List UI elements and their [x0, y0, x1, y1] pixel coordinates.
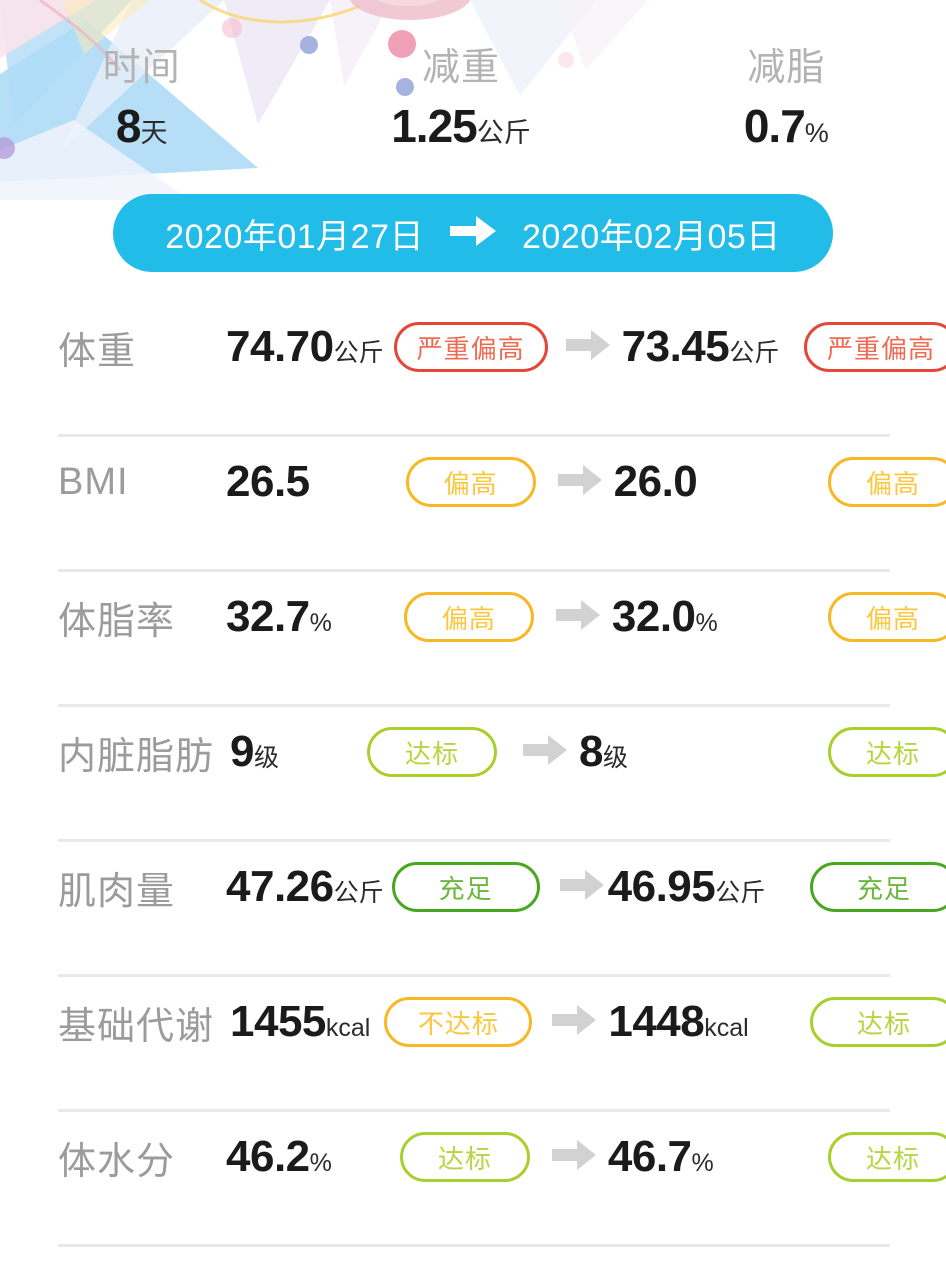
after-value-unit: 公斤	[729, 339, 780, 367]
summary-stat-number: 1.25	[391, 100, 478, 152]
after-value: 73.45公斤	[622, 322, 780, 372]
after-value-number: 46.95	[607, 862, 716, 911]
summary-stat-fat-loss: 减脂 0.7%	[627, 44, 946, 166]
status-badge: 偏高	[405, 457, 536, 507]
metric-label: 内脏脂肪	[58, 735, 215, 778]
summary-stat-label: 时间	[102, 47, 181, 89]
date-range-start: 2020年01月27日	[165, 217, 424, 256]
after-value: 32.0%	[612, 592, 718, 642]
comparison-row: 体脂率 32.7% 偏高 32.0% 偏高	[0, 572, 946, 707]
summary-stat-number: 0.7	[743, 100, 806, 152]
after-value-number: 73.45	[621, 322, 730, 371]
before-value-unit: %	[309, 1149, 332, 1177]
before-value-number: 1455	[230, 997, 326, 1046]
before-value-unit: %	[309, 609, 332, 637]
before-value: 47.26公斤	[226, 862, 384, 912]
before-value-unit: 级	[253, 744, 279, 772]
date-range-end: 2020年02月05日	[522, 217, 781, 256]
date-range-pill[interactable]: 2020年01月27日 2020年02月05日	[113, 194, 833, 272]
before-value-unit: 公斤	[333, 339, 384, 367]
metric-label: 体脂率	[58, 600, 176, 643]
arrow-right-icon	[552, 1004, 597, 1041]
summary-stats: 时间 8天 减重 1.25公斤 减脂 0.7%	[0, 44, 946, 166]
before-value-unit: 公斤	[333, 879, 384, 907]
summary-stat-value: 0.7%	[627, 98, 946, 166]
summary-stat-label: 减重	[421, 47, 500, 89]
before-value-number: 74.70	[226, 322, 334, 371]
summary-stat-number: 8	[115, 100, 142, 152]
after-value: 8级	[579, 727, 628, 777]
arrow-right-icon	[555, 599, 600, 636]
before-value: 9级	[230, 727, 279, 777]
summary-stat-weight-loss: 减重 1.25公斤	[301, 44, 620, 166]
summary-stat-unit: %	[804, 118, 829, 148]
comparison-row: 体重 74.70公斤 严重偏高 73.45公斤 严重偏高	[0, 302, 946, 437]
before-value-number: 26.5	[226, 457, 310, 506]
arrow-right-icon	[559, 869, 604, 906]
before-value-number: 46.2	[226, 1132, 310, 1181]
summary-stat-value: 1.25公斤	[301, 98, 620, 166]
before-value: 74.70公斤	[226, 322, 384, 372]
summary-stat-value: 8天	[0, 98, 301, 166]
after-value-number: 8	[579, 727, 603, 776]
arrow-right-icon	[523, 734, 567, 771]
before-value: 46.2%	[226, 1132, 332, 1182]
status-badge: 达标	[399, 1132, 530, 1182]
arrow-right-icon	[450, 214, 496, 253]
metric-label: 肌肉量	[58, 870, 176, 913]
after-value-number: 1448	[608, 997, 705, 1046]
after-value: 1448kcal	[608, 997, 748, 1047]
status-badge: 达标	[828, 727, 946, 777]
arrow-right-icon	[551, 1139, 596, 1176]
comparison-row: BMI 26.5 偏高 26.0 偏高	[0, 437, 946, 572]
status-badge: 偏高	[828, 592, 946, 642]
metric-label: 基础代谢	[58, 1005, 215, 1048]
before-value-number: 32.7	[226, 592, 310, 641]
comparison-table: 体重 74.70公斤 严重偏高 73.45公斤 严重偏高 BMI 26.5 偏高 26.0 偏高体…	[0, 302, 946, 1247]
after-value-unit: 级	[602, 744, 628, 772]
status-badge: 不达标	[384, 997, 533, 1047]
after-value-unit: kcal	[704, 1014, 749, 1042]
after-value: 46.95公斤	[608, 862, 766, 912]
summary-stat-unit: 公斤	[476, 118, 531, 148]
body-composition-report: 时间 8天 减重 1.25公斤 减脂 0.7% 2020年01月27日 2020…	[0, 0, 946, 1261]
metric-label: BMI	[58, 460, 129, 503]
metric-label: 体水分	[58, 1140, 176, 1183]
status-badge: 严重偏高	[803, 322, 946, 372]
after-value-unit: %	[691, 1149, 714, 1177]
status-badge: 充足	[810, 862, 946, 912]
comparison-row: 肌肉量 47.26公斤 充足 46.95公斤 充足	[0, 842, 946, 977]
comparison-row: 体水分 46.2% 达标 46.7% 达标	[0, 1112, 946, 1247]
after-value: 26.0	[614, 457, 698, 507]
summary-stat-duration: 时间 8天	[0, 44, 301, 166]
status-badge: 达标	[828, 1132, 946, 1182]
arrow-right-icon	[557, 464, 602, 501]
status-badge: 充足	[391, 862, 540, 912]
summary-stat-unit: 天	[140, 118, 168, 148]
after-value: 46.7%	[608, 1132, 714, 1182]
comparison-row: 基础代谢 1455kcal 不达标 1448kcal 达标	[0, 977, 946, 1112]
after-value-number: 46.7	[607, 1132, 692, 1181]
before-value-unit: kcal	[325, 1014, 371, 1042]
row-divider	[58, 1244, 890, 1247]
summary-stat-label: 减脂	[747, 47, 826, 89]
after-value-number: 32.0	[611, 592, 696, 641]
status-badge: 严重偏高	[393, 322, 548, 372]
after-value-unit: %	[695, 609, 718, 637]
before-value-number: 47.26	[226, 862, 334, 911]
after-value-number: 26.0	[613, 457, 698, 506]
comparison-row: 内脏脂肪 9级 达标 8级 达标	[0, 707, 946, 842]
arrow-right-icon	[565, 329, 610, 366]
after-value-unit: 公斤	[715, 879, 766, 907]
status-badge: 达标	[367, 727, 497, 777]
before-value: 26.5	[226, 457, 310, 507]
status-badge: 达标	[810, 997, 946, 1047]
status-badge: 偏高	[828, 457, 946, 507]
before-value: 32.7%	[226, 592, 332, 642]
status-badge: 偏高	[403, 592, 534, 642]
before-value-number: 9	[230, 727, 254, 776]
metric-label: 体重	[58, 330, 137, 373]
before-value: 1455kcal	[230, 997, 370, 1047]
